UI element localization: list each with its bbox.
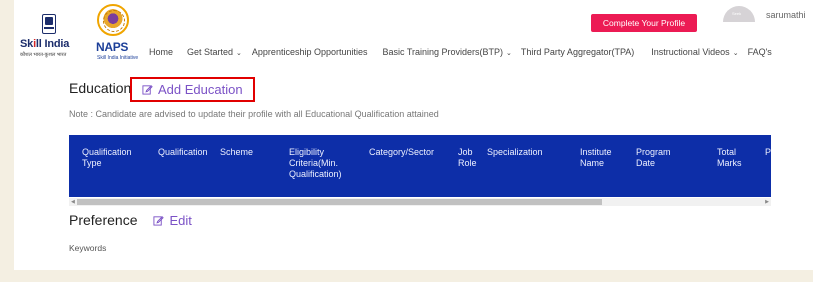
preference-edit-label: Edit (169, 212, 192, 228)
skill-india-wordmark: Skill India (20, 38, 70, 50)
scrollbar-thumb[interactable] (77, 199, 602, 205)
naps-emblem-icon (97, 4, 129, 36)
add-education-button[interactable]: Add Education (130, 77, 255, 102)
keywords-label: Keywords (69, 243, 107, 253)
nav-item-faqs[interactable]: FAQ's (748, 47, 772, 57)
column-header: Total Marks (717, 147, 742, 168)
naps-tagline: Skill India Initiative (97, 55, 139, 61)
chevron-down-icon: ⌄ (732, 50, 739, 57)
column-header: P (765, 147, 771, 157)
column-header: Eligibility Criteria(Min. Qualification) (289, 147, 342, 179)
add-education-label: Add Education (158, 82, 243, 97)
avatar[interactable]: Seek (723, 6, 755, 22)
complete-profile-button[interactable]: Complete Your Profile (591, 14, 697, 32)
table-horizontal-scrollbar[interactable]: ◀ ▶ (69, 198, 771, 206)
column-header: Institute Name (580, 147, 612, 168)
chevron-down-icon: ⌄ (506, 50, 512, 57)
nav-item-btp[interactable]: Basic Training Providers(BTP) ⌄ (383, 47, 512, 57)
nav-item-instructional-videos[interactable]: Instructional Videos ⌄ (651, 47, 738, 57)
user-name[interactable]: sarumathi (766, 10, 806, 20)
column-header: Qualification (158, 147, 208, 157)
column-header: Specialization (487, 147, 543, 157)
education-title: Education (69, 80, 132, 96)
preference-title: Preference (69, 212, 138, 228)
skill-india-logo[interactable]: Skill India कौशल भारत-कुशल भारत (20, 14, 86, 64)
education-table-header: Qualification Type Qualification Scheme … (69, 135, 771, 197)
avatar-text: Seek (732, 11, 742, 16)
naps-wordmark: NAPS (96, 40, 129, 54)
naps-logo[interactable]: NAPS Skill India Initiative (89, 4, 145, 66)
skill-india-tagline: कौशल भारत-कुशल भारत (20, 52, 67, 58)
nav-item-home[interactable]: Home (149, 47, 173, 57)
nav-item-apprenticeship-opportunities[interactable]: Apprenticeship Opportunities (252, 47, 368, 57)
nav-item-get-started[interactable]: Get Started ⌄ (187, 47, 242, 57)
site-header: Skill India कौशल भारत-कुशल भारत NAPS Ski… (14, 0, 813, 80)
column-header: Qualification Type (82, 147, 132, 168)
preference-heading: Preference Edit (69, 212, 192, 228)
column-header: Scheme (220, 147, 254, 157)
scroll-right-icon[interactable]: ▶ (765, 198, 769, 206)
column-header: Job Role (458, 147, 477, 168)
scroll-left-icon[interactable]: ◀ (71, 198, 75, 206)
skill-india-emblem-icon (42, 14, 56, 34)
column-header: Category/Sector (369, 147, 435, 157)
education-note: Note : Candidate are advised to update t… (69, 109, 439, 119)
edit-icon (142, 85, 153, 95)
main-nav: Home Get Started ⌄ Apprenticeship Opportu… (149, 43, 772, 61)
preference-edit-link[interactable]: Edit (153, 212, 192, 228)
edit-icon (153, 215, 165, 226)
chevron-down-icon: ⌄ (236, 50, 242, 57)
nav-item-tpa[interactable]: Third Party Aggregator(TPA) (521, 47, 634, 57)
column-header: Program Date (636, 147, 671, 168)
education-heading: Education (69, 80, 131, 96)
